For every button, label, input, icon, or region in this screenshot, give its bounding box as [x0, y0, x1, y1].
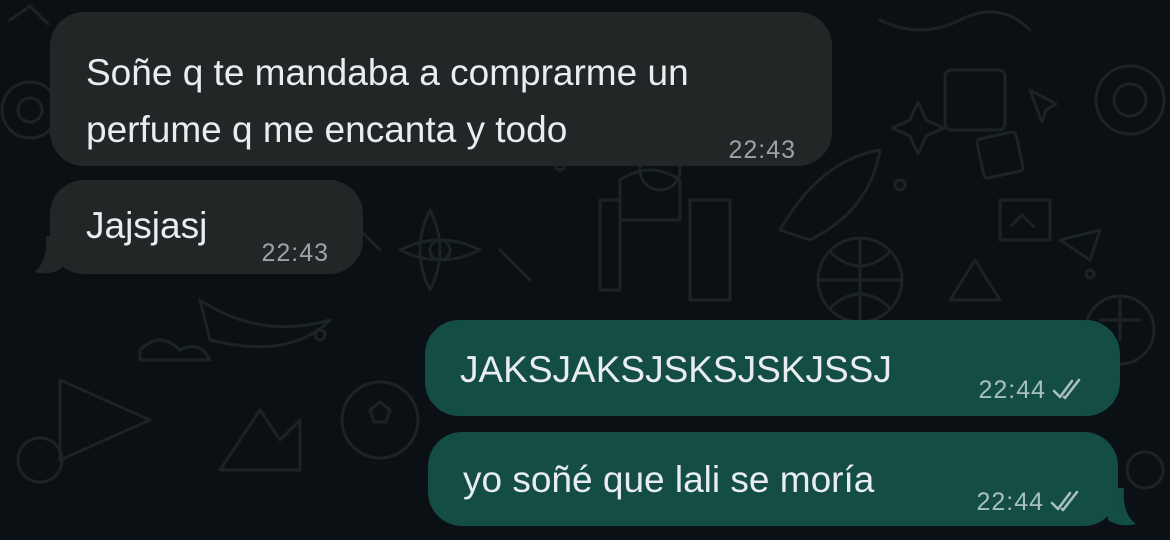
incoming-message-bubble[interactable]: Jajsjasj 22:43: [50, 180, 363, 274]
double-check-icon: [1050, 490, 1079, 512]
message-text-line: yo soñé que lali se moría: [463, 459, 875, 500]
double-check-icon: [1052, 378, 1081, 400]
message-timestamp: 22:44: [976, 487, 1084, 517]
message-text-line: perfume q me encanta y todo: [86, 109, 568, 150]
incoming-message-bubble[interactable]: Soñe q te mandaba a comprarme un perfume…: [50, 12, 832, 166]
message-timestamp: 22:43: [261, 239, 329, 267]
message-timestamp: 22:44: [978, 375, 1086, 405]
message-timestamp: 22:43: [728, 136, 796, 164]
message-text-line: JAKSJAKSJSKSJSKJSSJ: [460, 349, 892, 390]
outgoing-message-bubble[interactable]: JAKSJAKSJSKSJSKJSSJ 22:44: [425, 320, 1120, 416]
message-text-line: Soñe q te mandaba a comprarme un: [86, 52, 689, 93]
message-text-line: Jajsjasj: [86, 205, 208, 246]
outgoing-message-bubble[interactable]: yo soñé que lali se moría 22:44: [428, 432, 1118, 526]
